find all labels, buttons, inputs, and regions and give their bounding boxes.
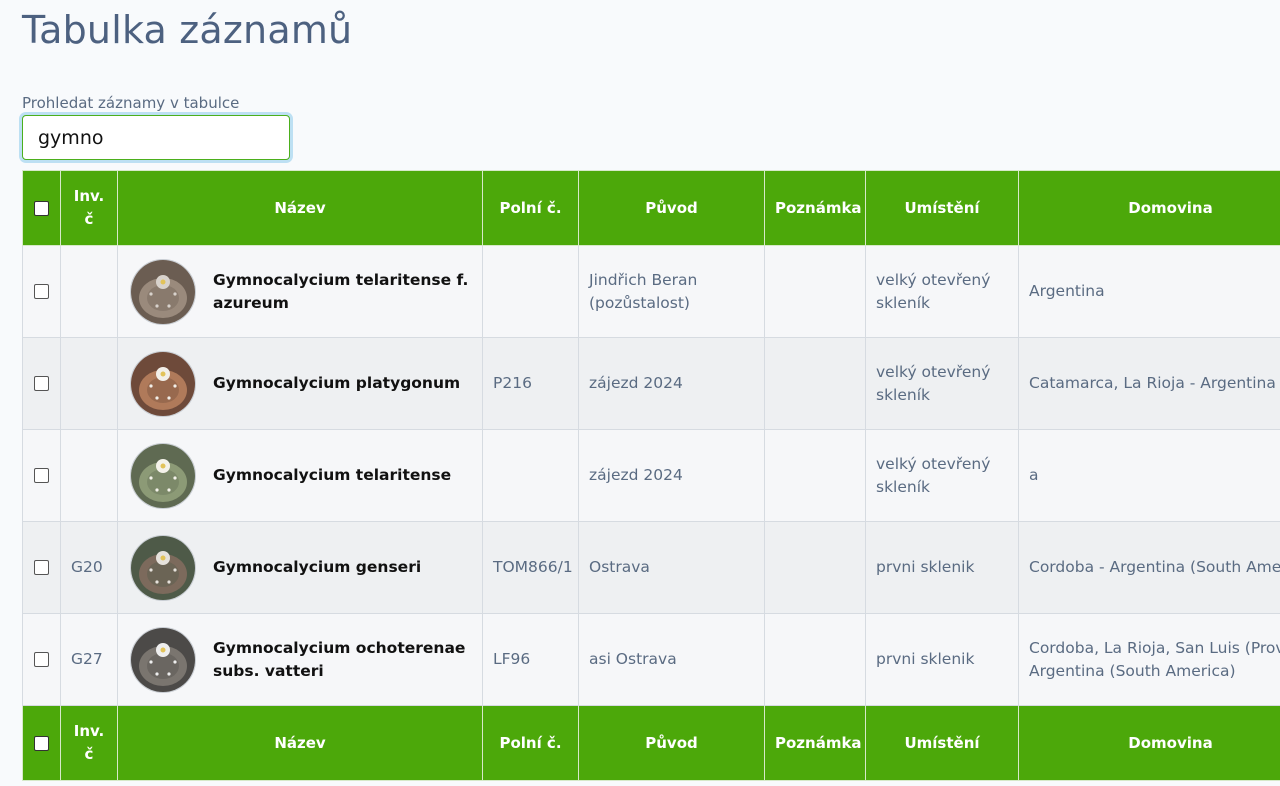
- page-title: Tabulka záznamů: [22, 8, 353, 52]
- records-table: Inv. č Název Polní č. Původ Poznámka Umí…: [22, 170, 1280, 781]
- nazev-cell: Gymnocalycium platygonum: [117, 337, 483, 430]
- puvod-cell: zájezd 2024: [578, 429, 765, 522]
- table-row[interactable]: Gymnocalycium platygonum P216 zájezd 202…: [22, 337, 1280, 430]
- select-all-checkbox[interactable]: [34, 200, 49, 216]
- search-input[interactable]: [22, 115, 290, 160]
- row-select-cell[interactable]: [22, 521, 61, 614]
- row-select-cell[interactable]: [22, 613, 61, 706]
- footer-header-poznamka[interactable]: Poznámka: [764, 705, 866, 781]
- umisteni-cell: velký otevřený skleník: [865, 245, 1019, 338]
- table-header: Inv. č Název Polní č. Původ Poznámka Umí…: [22, 170, 1280, 246]
- umisteni-cell: prvni sklenik: [865, 613, 1019, 706]
- column-header-nazev[interactable]: Název: [117, 170, 483, 246]
- polni-cell: LF96: [482, 613, 579, 706]
- table-footer: Inv. č Název Polní č. Původ Poznámka Umí…: [22, 705, 1280, 781]
- cactus-photo-icon[interactable]: [130, 350, 196, 417]
- poznamka-cell: [764, 429, 866, 522]
- umisteni-cell: prvni sklenik: [865, 521, 1019, 614]
- cactus-photo-icon[interactable]: [130, 626, 196, 693]
- footer-header-polni[interactable]: Polní č.: [482, 705, 579, 781]
- polni-cell: TOM866/1: [482, 521, 579, 614]
- domovina-cell: Argentina: [1018, 245, 1280, 338]
- puvod-cell: asi Ostrava: [578, 613, 765, 706]
- cactus-photo-icon[interactable]: [130, 258, 196, 325]
- nazev-cell: Gymnocalycium telaritense: [117, 429, 483, 522]
- column-header-polni[interactable]: Polní č.: [482, 170, 579, 246]
- polni-cell: P216: [482, 337, 579, 430]
- domovina-cell: Cordoba, La Rioja, San Luis (Provin Arge…: [1018, 613, 1280, 706]
- domovina-cell: a: [1018, 429, 1280, 522]
- domovina-cell: Catamarca, La Rioja - Argentina (So: [1018, 337, 1280, 430]
- search-label: Prohledat záznamy v tabulce: [22, 94, 240, 112]
- row-select-cell[interactable]: [22, 337, 61, 430]
- polni-cell: [482, 245, 579, 338]
- select-all-checkbox-footer[interactable]: [34, 735, 49, 751]
- row-checkbox[interactable]: [34, 376, 49, 391]
- select-all-header[interactable]: [22, 170, 61, 246]
- polni-cell: [482, 429, 579, 522]
- poznamka-cell: [764, 521, 866, 614]
- umisteni-cell: velký otevřený skleník: [865, 337, 1019, 430]
- plant-name[interactable]: Gymnocalycium ochoterenae subs. vatteri: [213, 637, 472, 683]
- inv-cell: [60, 245, 118, 338]
- footer-header-inv[interactable]: Inv. č: [60, 705, 118, 781]
- puvod-cell: zájezd 2024: [578, 337, 765, 430]
- column-header-inv[interactable]: Inv. č: [60, 170, 118, 246]
- footer-header-umisteni[interactable]: Umístění: [865, 705, 1019, 781]
- select-all-footer[interactable]: [22, 705, 61, 781]
- row-checkbox[interactable]: [34, 560, 49, 575]
- table-row[interactable]: G20 Gymnocalycium genseri TOM866/1 Ostra…: [22, 521, 1280, 614]
- column-header-puvod[interactable]: Původ: [578, 170, 765, 246]
- column-header-domovina[interactable]: Domovina: [1018, 170, 1280, 246]
- footer-header-nazev[interactable]: Název: [117, 705, 483, 781]
- row-checkbox[interactable]: [34, 284, 49, 299]
- inv-cell: [60, 429, 118, 522]
- poznamka-cell: [764, 245, 866, 338]
- plant-name[interactable]: Gymnocalycium genseri: [213, 556, 421, 579]
- table-body: Gymnocalycium telaritense f. azureum Jin…: [22, 245, 1280, 706]
- plant-name[interactable]: Gymnocalycium telaritense: [213, 464, 451, 487]
- poznamka-cell: [764, 337, 866, 430]
- row-select-cell[interactable]: [22, 429, 61, 522]
- puvod-cell: Ostrava: [578, 521, 765, 614]
- umisteni-cell: velký otevřený skleník: [865, 429, 1019, 522]
- cactus-photo-icon[interactable]: [130, 534, 196, 601]
- puvod-cell: Jindřich Beran (pozůstalost): [578, 245, 765, 338]
- poznamka-cell: [764, 613, 866, 706]
- domovina-cell: Cordoba - Argentina (South Americ: [1018, 521, 1280, 614]
- row-select-cell[interactable]: [22, 245, 61, 338]
- footer-header-puvod[interactable]: Původ: [578, 705, 765, 781]
- inv-cell: G20: [60, 521, 118, 614]
- table-row[interactable]: Gymnocalycium telaritense zájezd 2024 ve…: [22, 429, 1280, 522]
- inv-cell: [60, 337, 118, 430]
- table-row[interactable]: G27 Gymnocalycium ochoterenae subs. vatt…: [22, 613, 1280, 706]
- table-row[interactable]: Gymnocalycium telaritense f. azureum Jin…: [22, 245, 1280, 338]
- row-checkbox[interactable]: [34, 652, 49, 667]
- plant-name[interactable]: Gymnocalycium platygonum: [213, 372, 460, 395]
- nazev-cell: Gymnocalycium ochoterenae subs. vatteri: [117, 613, 483, 706]
- row-checkbox[interactable]: [34, 468, 49, 483]
- nazev-cell: Gymnocalycium genseri: [117, 521, 483, 614]
- footer-header-domovina[interactable]: Domovina: [1018, 705, 1280, 781]
- plant-name[interactable]: Gymnocalycium telaritense f. azureum: [213, 269, 472, 315]
- inv-cell: G27: [60, 613, 118, 706]
- nazev-cell: Gymnocalycium telaritense f. azureum: [117, 245, 483, 338]
- column-header-umisteni[interactable]: Umístění: [865, 170, 1019, 246]
- cactus-photo-icon[interactable]: [130, 442, 196, 509]
- column-header-poznamka[interactable]: Poznámka: [764, 170, 866, 246]
